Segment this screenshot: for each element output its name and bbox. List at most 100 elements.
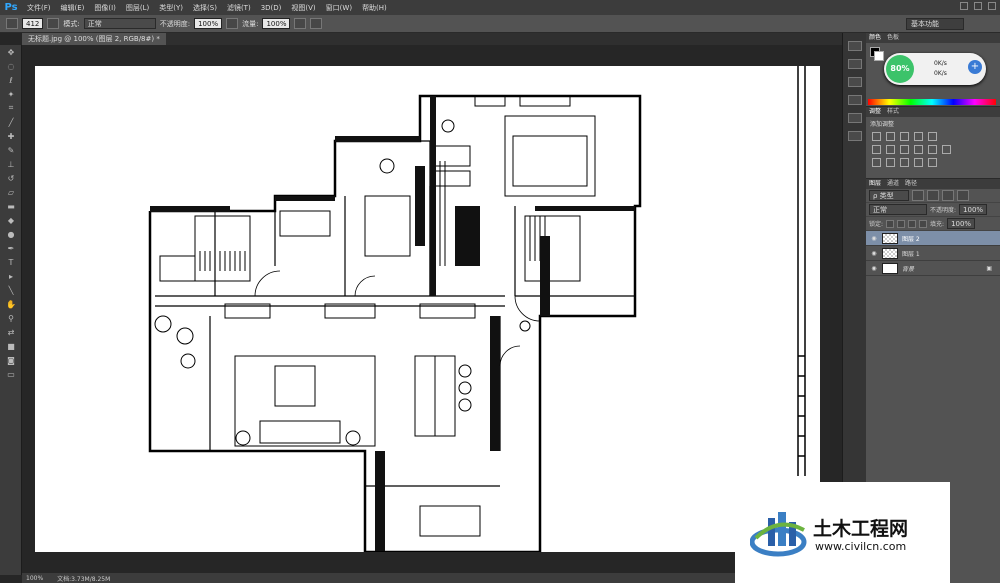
speed-boost-icon[interactable]: + — [968, 60, 982, 74]
background-color-swatch[interactable] — [874, 51, 884, 61]
brightness-icon[interactable] — [872, 132, 881, 141]
tab-paths[interactable]: 路径 — [905, 179, 917, 189]
blend-mode-select[interactable]: 正常 — [869, 204, 927, 215]
fill-field[interactable]: 100% — [947, 218, 976, 229]
invert-icon[interactable] — [872, 158, 881, 167]
eye-icon[interactable]: ◉ — [870, 235, 878, 242]
dodge-tool-icon[interactable]: ● — [0, 227, 22, 241]
move-tool-icon[interactable]: ✥ — [0, 45, 22, 59]
tab-adjustments[interactable]: 调整 — [869, 107, 881, 117]
eye-icon[interactable]: ◉ — [870, 250, 878, 257]
marquee-tool-icon[interactable]: ◌ — [0, 59, 22, 73]
properties-panel-icon[interactable] — [847, 59, 862, 69]
brush-preset-icon[interactable] — [847, 113, 862, 123]
hand-tool-icon[interactable]: ✋ — [0, 297, 22, 311]
menu-type[interactable]: 类型(Y) — [154, 3, 188, 13]
quick-mask-icon[interactable]: ◙ — [0, 353, 22, 367]
curves-icon[interactable] — [900, 132, 909, 141]
lasso-tool-icon[interactable]: ℓ — [0, 73, 22, 87]
menu-view[interactable]: 视图(V) — [286, 3, 320, 13]
maximize-icon[interactable] — [974, 2, 982, 10]
zoom-level[interactable]: 100% — [26, 575, 43, 582]
line-tool-icon[interactable]: ╲ — [0, 283, 22, 297]
crop-tool-icon[interactable]: ⌗ — [0, 101, 22, 115]
screen-mode-icon[interactable]: ▭ — [0, 367, 22, 381]
color-lookup-icon[interactable] — [942, 145, 951, 154]
menu-layer[interactable]: 图层(L) — [121, 3, 154, 13]
filter-shape-icon[interactable] — [957, 190, 969, 201]
tab-layers[interactable]: 图层 — [869, 179, 881, 189]
menu-image[interactable]: 图像(I) — [89, 3, 121, 13]
tab-channels[interactable]: 通道 — [887, 179, 899, 189]
document-tab[interactable]: 无标题.jpg @ 100% (图层 2, RGB/8#) * — [22, 33, 166, 45]
threshold-icon[interactable] — [900, 158, 909, 167]
tab-swatches[interactable]: 色板 — [887, 33, 899, 43]
gradient-tool-icon[interactable]: ▬ — [0, 199, 22, 213]
eye-icon[interactable]: ◉ — [870, 265, 878, 272]
minimize-icon[interactable] — [960, 2, 968, 10]
selective-color-icon[interactable] — [928, 158, 937, 167]
document-canvas[interactable] — [35, 66, 820, 552]
stamp-tool-icon[interactable]: ⊥ — [0, 157, 22, 171]
flow-field[interactable]: 100% — [262, 18, 291, 29]
menu-file[interactable]: 文件(F) — [22, 3, 56, 13]
layer-row[interactable]: ◉ 图层 2 — [866, 231, 1000, 246]
tab-styles[interactable]: 样式 — [887, 107, 899, 117]
vibrance-icon[interactable] — [928, 132, 937, 141]
lock-transparency-icon[interactable] — [886, 219, 895, 228]
path-select-icon[interactable]: ▸ — [0, 269, 22, 283]
history-brush-icon[interactable]: ↺ — [0, 171, 22, 185]
eyedropper-icon[interactable]: ╱ — [0, 115, 22, 129]
lock-position-icon[interactable] — [908, 219, 917, 228]
menu-filter[interactable]: 滤镜(T) — [222, 3, 256, 13]
pressure-size-icon[interactable] — [310, 18, 323, 29]
levels-icon[interactable] — [886, 132, 895, 141]
tab-color[interactable]: 颜色 — [869, 33, 881, 43]
actions-panel-icon[interactable] — [847, 77, 862, 87]
healing-brush-icon[interactable]: ✚ — [0, 129, 22, 143]
hue-saturation-icon[interactable] — [872, 145, 881, 154]
filter-pixel-icon[interactable] — [912, 190, 924, 201]
eraser-tool-icon[interactable]: ▱ — [0, 185, 22, 199]
menu-3d[interactable]: 3D(D) — [256, 4, 287, 12]
opacity-field[interactable]: 100% — [194, 18, 223, 29]
exposure-icon[interactable] — [914, 132, 923, 141]
mode-select[interactable]: 正常 — [83, 18, 156, 29]
menu-select[interactable]: 选择(S) — [188, 3, 222, 13]
layer-row[interactable]: ◉ 图层 1 — [866, 246, 1000, 261]
quick-select-icon[interactable]: ✦ — [0, 87, 22, 101]
menu-help[interactable]: 帮助(H) — [357, 3, 392, 13]
filter-type-icon[interactable] — [942, 190, 954, 201]
close-icon[interactable] — [988, 2, 996, 10]
history-panel-icon[interactable] — [847, 41, 862, 51]
pressure-opacity-icon[interactable] — [226, 18, 239, 29]
document-size[interactable]: 文档:3.73M/8.25M — [57, 574, 110, 583]
brush-size-field[interactable]: 412 — [22, 18, 44, 29]
paragraph-panel-icon[interactable] — [847, 131, 862, 141]
menu-window[interactable]: 窗口(W) — [321, 3, 357, 13]
pen-tool-icon[interactable]: ✒ — [0, 241, 22, 255]
brush-tool-icon[interactable]: ✎ — [0, 143, 22, 157]
menu-edit[interactable]: 编辑(E) — [56, 3, 90, 13]
layer-opacity-field[interactable]: 100% — [959, 204, 988, 215]
black-white-icon[interactable] — [900, 145, 909, 154]
color-spectrum[interactable] — [868, 99, 996, 105]
swap-colors-icon[interactable]: ⇄ — [0, 325, 22, 339]
layer-row[interactable]: ◉ 背景 ▣ — [866, 261, 1000, 276]
filter-adjust-icon[interactable] — [927, 190, 939, 201]
layer-filter-select[interactable]: ρ 类型 — [869, 190, 909, 201]
brush-panel-icon[interactable] — [47, 18, 60, 29]
blur-tool-icon[interactable]: ◆ — [0, 213, 22, 227]
type-tool-icon[interactable]: T — [0, 255, 22, 269]
color-balance-icon[interactable] — [886, 145, 895, 154]
photo-filter-icon[interactable] — [914, 145, 923, 154]
lock-all-icon[interactable] — [919, 219, 928, 228]
color-swatch-icon[interactable]: ■ — [0, 339, 22, 353]
info-panel-icon[interactable] — [847, 95, 862, 105]
workspace-select[interactable]: 基本功能 — [906, 18, 964, 30]
zoom-tool-icon[interactable]: ⚲ — [0, 311, 22, 325]
gradient-map-icon[interactable] — [914, 158, 923, 167]
posterize-icon[interactable] — [886, 158, 895, 167]
channel-mixer-icon[interactable] — [928, 145, 937, 154]
brush-tool-icon[interactable] — [6, 18, 18, 29]
